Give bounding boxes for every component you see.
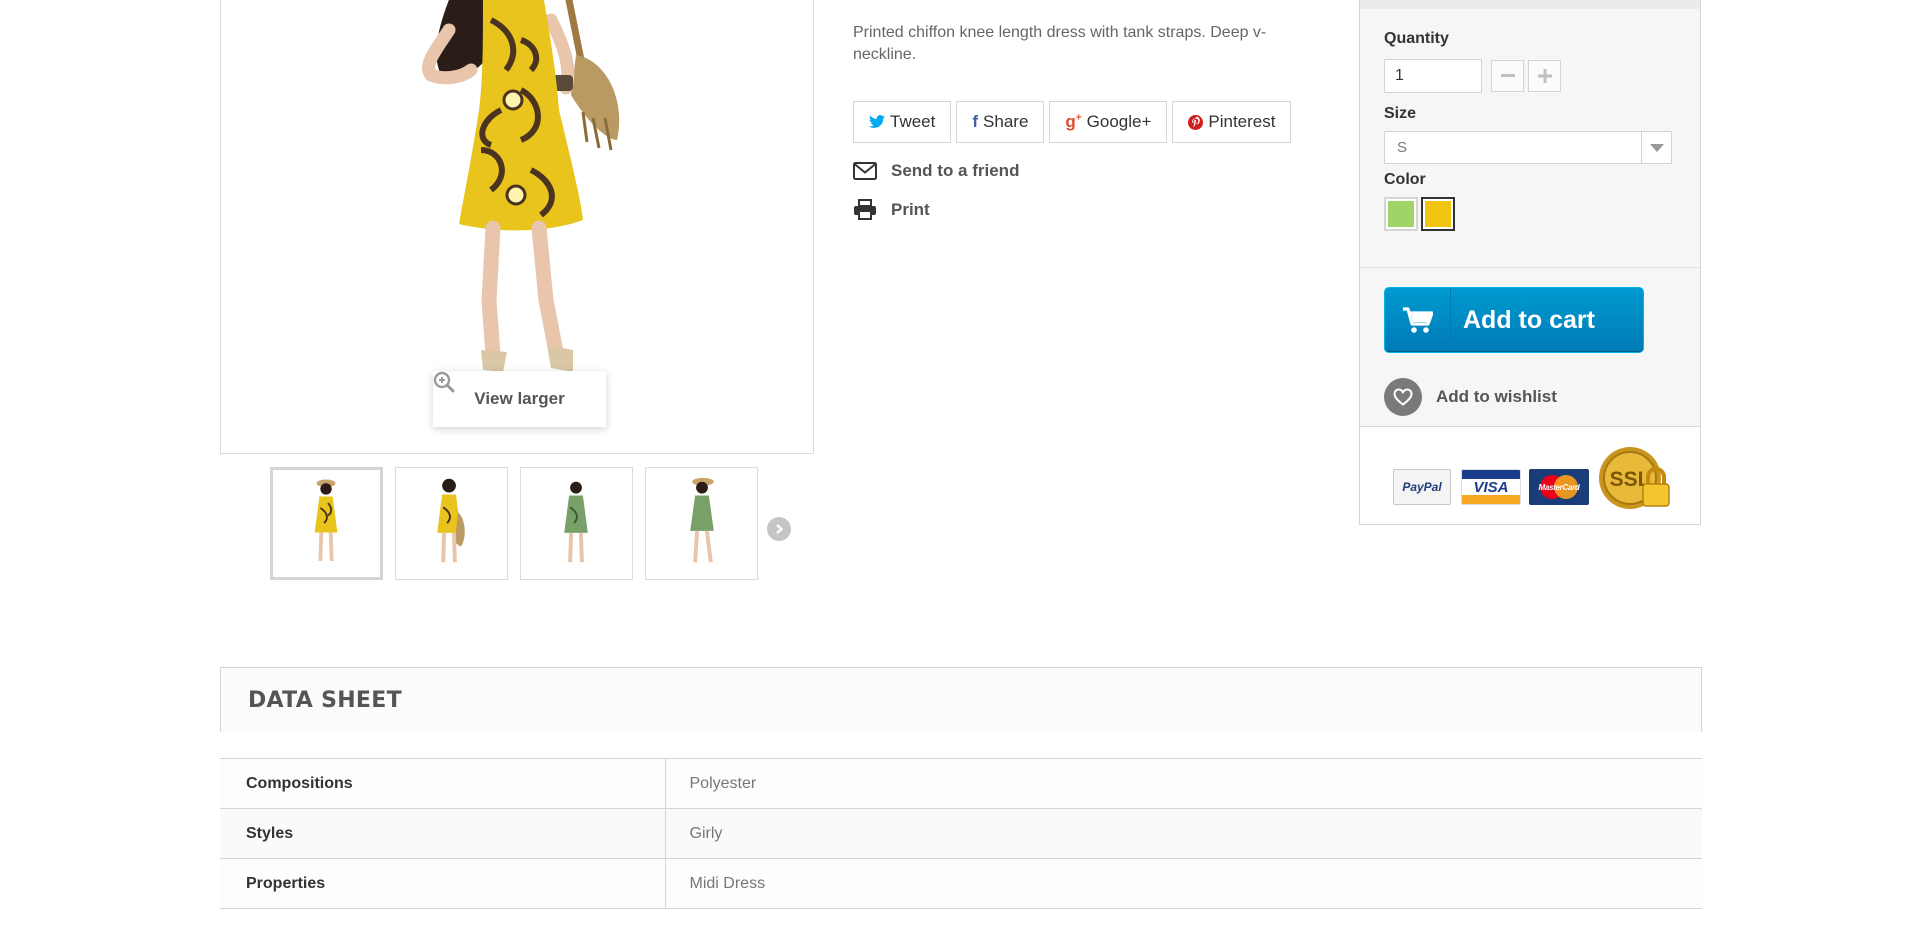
facebook-share-button[interactable]: f Share [956,101,1045,143]
tweet-label: Tweet [890,112,936,131]
payment-logos: PayPal VISA MasterCard SSL [1360,426,1700,524]
quantity-label: Quantity [1384,30,1449,47]
quantity-increase-button[interactable] [1528,60,1561,92]
data-sheet-value: Girly [665,808,1702,859]
data-sheet-header: DATA SHEET [220,667,1702,732]
size-label: Size [1384,105,1417,122]
visa-text: VISA [1473,478,1509,496]
thumbnail-dress-yellow [314,479,338,561]
twitter-icon [869,115,885,128]
product-attributes: Quantity Size S Color [1360,0,1700,268]
thumbnail-1[interactable] [270,467,383,580]
size-selected-value: S [1397,139,1408,156]
thumbnail-2[interactable] [395,467,508,580]
pinterest-icon [1188,114,1204,130]
mastercard-text: MasterCard [1538,482,1580,492]
color-swatch-fill-green [1388,201,1414,227]
paypal-logo: PayPal [1393,469,1451,505]
thumbnail-next-button[interactable] [767,517,791,541]
pinterest-button[interactable]: Pinterest [1172,101,1292,143]
data-sheet-value: Midi Dress [665,858,1702,909]
google-plus-button[interactable]: g+ Google+ [1049,101,1168,143]
cart-icon [1385,288,1451,352]
thumbnail-list [270,467,758,580]
google-plus-label: Google+ [1086,112,1152,131]
quantity-input[interactable] [1384,59,1482,93]
visa-logo: VISA [1461,469,1521,505]
facebook-icon: f [972,112,979,131]
view-larger-label: View larger [474,389,565,408]
send-to-friend-link[interactable]: Send to a friend [853,161,1019,181]
minus-icon [1500,74,1515,77]
ssl-lock-badge-icon: SSL [1599,447,1670,509]
zoom-in-icon [433,371,455,393]
buy-box: Quantity Size S Color [1359,0,1701,525]
printer-icon [854,199,876,220]
quantity-decrease-button[interactable] [1491,60,1524,92]
heart-icon [1384,378,1422,416]
color-swatch-fill-yellow [1425,201,1451,227]
table-row: Compositions Polyester [220,758,1702,809]
color-swatch-yellow[interactable] [1421,197,1455,231]
product-main-image[interactable]: View larger [220,0,814,454]
color-swatch-green[interactable] [1384,197,1418,231]
data-sheet-table: Compositions Polyester Styles Girly Prop… [220,758,1702,909]
mastercard-logo: MasterCard [1529,469,1589,505]
chevron-down-icon [1641,132,1671,163]
data-sheet-key: Compositions [220,758,666,809]
add-to-wishlist-link[interactable]: Add to wishlist [1384,378,1557,416]
thumbnail-4[interactable] [645,467,758,580]
size-select[interactable]: S [1384,131,1672,164]
thumbnail-dress-yellow-bag [437,478,465,563]
data-sheet-title: DATA SHEET [248,688,402,713]
view-larger-button[interactable]: View larger [433,371,606,427]
product-description: Printed chiffon knee length dress with t… [853,24,1267,63]
thumbnail-dress-green-hat [690,477,714,563]
chevron-right-icon [776,524,784,534]
color-label: Color [1384,171,1426,188]
google-plus-icon: g+ [1065,112,1082,131]
paypal-text: PayPal [1402,480,1442,494]
share-label: Share [983,112,1029,131]
add-to-cart-button[interactable]: Add to cart [1384,287,1644,353]
plus-icon [1537,69,1552,83]
add-to-cart-label: Add to cart [1463,305,1595,334]
add-to-wishlist-label: Add to wishlist [1436,387,1557,406]
data-sheet-value: Polyester [665,758,1702,809]
print-label: Print [891,199,930,219]
data-sheet-key: Properties [220,858,666,909]
print-link[interactable]: Print [853,199,930,220]
send-to-friend-label: Send to a friend [891,161,1020,180]
data-sheet-key: Styles [220,808,666,859]
thumbnail-3[interactable] [520,467,633,580]
table-row: Styles Girly [220,808,1702,859]
social-share-buttons: Tweet f Share g+ Google+ Pinterest [853,101,1292,143]
cart-actions: Add to cart Add to wishlist [1360,269,1700,426]
thumbnail-dress-green [564,481,588,563]
envelope-icon [853,162,877,180]
pinterest-label: Pinterest [1208,112,1276,131]
table-row: Properties Midi Dress [220,858,1702,909]
tweet-button[interactable]: Tweet [853,101,952,143]
